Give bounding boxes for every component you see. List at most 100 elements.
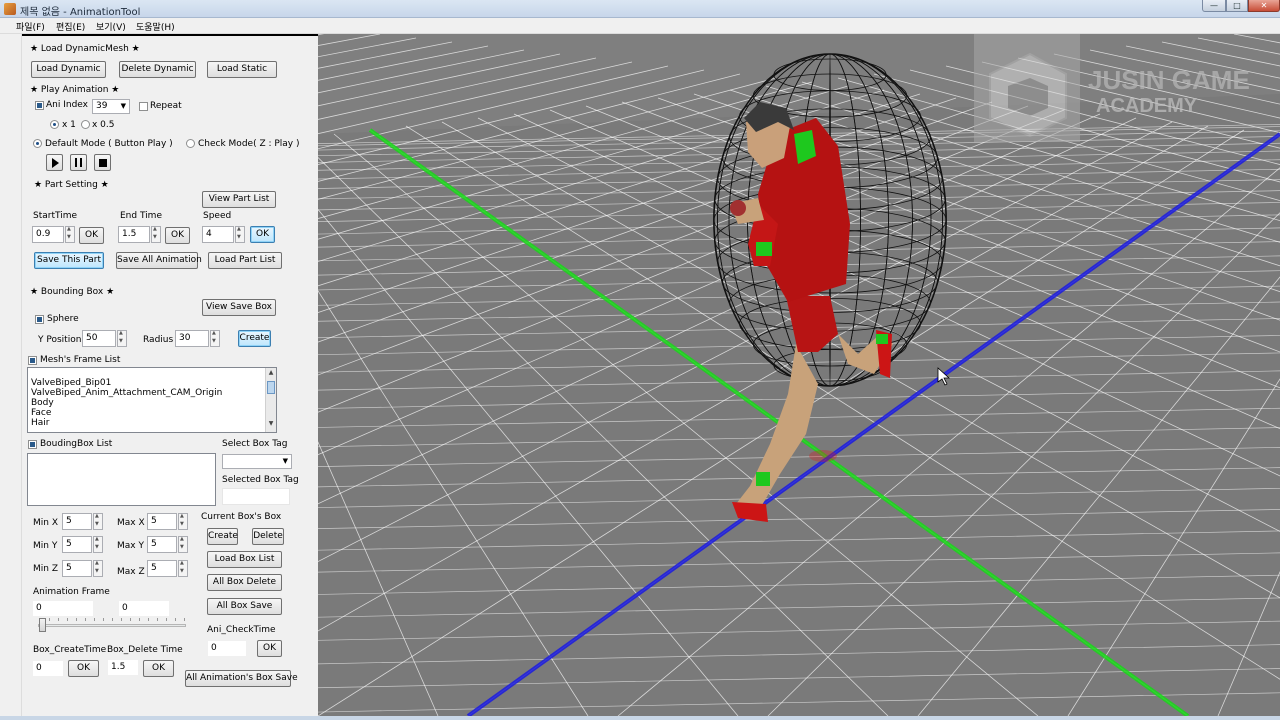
animation-frame-slider-thumb[interactable]	[39, 618, 46, 632]
menu-help[interactable]: 도움말(H)	[136, 20, 175, 33]
watermark-logo	[974, 34, 1080, 142]
speed-x1-radio[interactable]	[50, 120, 59, 129]
menu-view[interactable]: 보기(V)	[96, 20, 126, 33]
end-time-input[interactable]: 1.5	[118, 226, 150, 243]
delete-dynamic-button[interactable]: Delete Dynamic	[119, 61, 196, 78]
default-mode-radio[interactable]	[33, 139, 42, 148]
radius-input[interactable]: 30	[175, 330, 209, 347]
max-z-input[interactable]: 5	[147, 560, 177, 577]
stop-button[interactable]	[94, 154, 111, 171]
sphere-create-button[interactable]: Create	[238, 330, 271, 347]
list-item[interactable]: Face	[28, 408, 276, 418]
speed-spinner[interactable]	[235, 226, 245, 243]
min-y-input[interactable]: 5	[62, 536, 92, 553]
load-box-list-button[interactable]: Load Box List	[207, 551, 282, 568]
all-box-save-button[interactable]: All Box Save	[207, 598, 282, 615]
stop-icon	[99, 159, 107, 167]
radius-spinner[interactable]	[210, 330, 220, 347]
chevron-down-icon: ▼	[120, 102, 126, 110]
start-time-spinner[interactable]	[65, 226, 75, 243]
3d-viewport[interactable]: JUSIN GAME ACADEMY	[318, 34, 1280, 716]
close-button[interactable]: ✕	[1248, 0, 1280, 12]
min-y-spinner[interactable]	[93, 536, 103, 553]
ani-index-combo[interactable]: 39 ▼	[92, 99, 130, 114]
ani-check-time-ok-button[interactable]: OK	[257, 640, 282, 657]
viewport-canvas[interactable]: JUSIN GAME ACADEMY	[318, 34, 1280, 716]
load-static-button[interactable]: Load Static	[207, 61, 277, 78]
speed-ok-button[interactable]: OK	[250, 226, 275, 243]
frame-list-scrollbar[interactable]: ▲ ▼	[265, 368, 276, 432]
speed-x05-radio[interactable]	[81, 120, 90, 129]
min-z-input[interactable]: 5	[62, 560, 92, 577]
frame-listbox[interactable]: ValveBiped_Bip01 ValveBiped_Anim_Attachm…	[27, 367, 277, 433]
end-time-ok-button[interactable]: OK	[165, 227, 190, 244]
select-box-tag-combo[interactable]: ▼	[222, 454, 292, 469]
list-item[interactable]	[28, 368, 276, 378]
view-part-list-button[interactable]: View Part List	[202, 191, 276, 208]
max-z-spinner[interactable]	[178, 560, 188, 577]
list-item[interactable]: ValveBiped_Bip01	[28, 378, 276, 388]
window-titlebar[interactable]: 제목 없음 - AnimationTool — □ ✕	[0, 0, 1280, 18]
list-item[interactable]: Body	[28, 398, 276, 408]
max-x-spinner[interactable]	[178, 513, 188, 530]
speed-x1-label: x 1	[62, 120, 76, 130]
y-position-input[interactable]: 50	[82, 330, 116, 347]
list-item[interactable]: Hair	[28, 418, 276, 428]
animation-frame-value-a: 0	[32, 600, 94, 617]
list-item[interactable]: ValveBiped_Anim_Attachment_CAM_Origin	[28, 388, 276, 398]
box-delete-button[interactable]: Delete	[252, 528, 284, 545]
bounding-box-header: ★ Bounding Box ★	[30, 287, 115, 297]
max-x-input[interactable]: 5	[147, 513, 177, 530]
all-animations-box-save-button[interactable]: All Animation's Box Save	[185, 670, 298, 687]
maximize-button[interactable]: □	[1226, 0, 1248, 12]
repeat-checkbox[interactable]	[139, 102, 148, 111]
ani-index-checkbox[interactable]	[35, 101, 44, 110]
box-delete-time-label: Box_Delete Time	[107, 645, 183, 655]
start-time-input[interactable]: 0.9	[32, 226, 64, 243]
min-x-input[interactable]: 5	[62, 513, 92, 530]
menu-file[interactable]: 파일(F)	[16, 20, 45, 33]
box-list-checkbox[interactable]	[28, 440, 37, 449]
start-time-ok-button[interactable]: OK	[79, 227, 104, 244]
menu-edit[interactable]: 편집(E)	[56, 20, 85, 33]
scroll-thumb[interactable]	[267, 381, 275, 394]
max-y-spinner[interactable]	[178, 536, 188, 553]
watermark-subtext: ACADEMY	[1096, 95, 1198, 117]
speed-input[interactable]: 4	[202, 226, 234, 243]
save-all-animation-button[interactable]: Save All Animation	[116, 252, 202, 269]
bounding-box-listbox[interactable]	[27, 453, 216, 506]
play-button[interactable]	[46, 154, 63, 171]
box-delete-time-input[interactable]: 1.5	[107, 659, 139, 676]
sphere-checkbox[interactable]	[35, 315, 44, 324]
minimize-button[interactable]: —	[1202, 0, 1226, 12]
end-time-spinner[interactable]	[151, 226, 161, 243]
min-z-spinner[interactable]	[93, 560, 103, 577]
view-save-box-button[interactable]: View Save Box	[202, 299, 276, 316]
pause-button[interactable]	[70, 154, 87, 171]
speed-x05-label: x 0.5	[92, 120, 115, 130]
app-icon	[4, 3, 16, 15]
y-position-spinner[interactable]	[117, 330, 127, 347]
load-part-list-button[interactable]: Load Part List	[208, 252, 282, 269]
min-x-spinner[interactable]	[93, 513, 103, 530]
current-box-label: Current Box's Box	[201, 512, 282, 522]
box-delete-time-ok-button[interactable]: OK	[143, 660, 174, 677]
taskbar-edge	[0, 716, 1280, 720]
ani-check-time-input[interactable]: 0	[207, 640, 247, 657]
box-create-time-ok-button[interactable]: OK	[68, 660, 99, 677]
save-this-part-button[interactable]: Save This Part	[34, 252, 104, 269]
ani-check-time-label: Ani_CheckTime	[207, 625, 276, 635]
all-box-delete-button[interactable]: All Box Delete	[207, 574, 282, 591]
scroll-down-icon[interactable]: ▼	[266, 420, 276, 431]
animation-frame-slider-track[interactable]	[38, 624, 186, 627]
scroll-up-icon[interactable]: ▲	[266, 369, 276, 380]
frame-list-checkbox[interactable]	[28, 356, 37, 365]
box-create-button[interactable]: Create	[207, 528, 238, 545]
selected-box-tag-field	[222, 488, 290, 505]
box-create-time-input[interactable]: 0	[32, 660, 64, 677]
load-dynamic-button[interactable]: Load Dynamic	[31, 61, 106, 78]
play-animation-header: ★ Play Animation ★	[30, 85, 120, 95]
check-mode-radio[interactable]	[186, 139, 195, 148]
max-y-input[interactable]: 5	[147, 536, 177, 553]
min-x-label: Min X	[33, 518, 58, 528]
